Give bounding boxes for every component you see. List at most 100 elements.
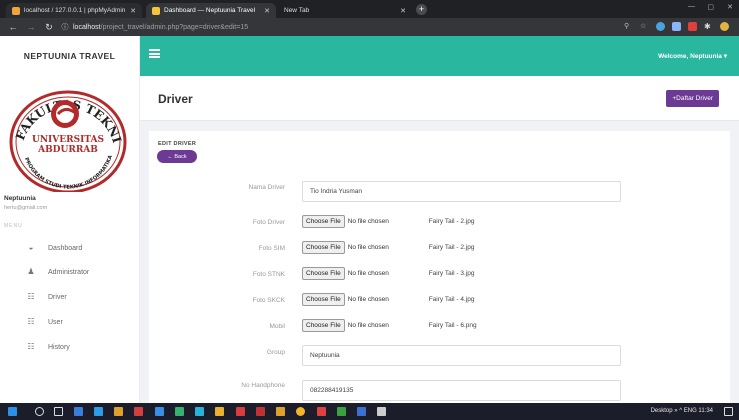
- foto-driver-file-input[interactable]: Choose File No file chosen Fairy Tail - …: [302, 215, 474, 228]
- menu-heading: MENU: [4, 223, 23, 229]
- tab-label: New Tab: [284, 7, 310, 14]
- new-badge-icon[interactable]: [688, 22, 697, 31]
- no-file-text: No file chosen: [347, 244, 389, 251]
- app-icon[interactable]: [94, 407, 103, 416]
- choose-file-button[interactable]: Choose File: [302, 241, 345, 254]
- foto-sim-file-input[interactable]: Choose File No file chosen Fairy Tail - …: [302, 241, 474, 254]
- app-icon[interactable]: [215, 407, 224, 416]
- windows-start-icon[interactable]: [8, 407, 17, 416]
- back-arrow-icon[interactable]: ←: [8, 22, 18, 32]
- folder-icon: [152, 6, 160, 15]
- app-icon[interactable]: [276, 407, 285, 416]
- foto-stnk-file-input[interactable]: Choose File No file chosen Fairy Tail - …: [302, 267, 474, 280]
- dashboard-icon: ◒: [28, 243, 34, 252]
- minimize-icon[interactable]: —: [688, 3, 695, 10]
- close-icon[interactable]: ✕: [400, 7, 406, 15]
- app-icon[interactable]: [377, 407, 386, 416]
- no-handphone-input[interactable]: 082288419135: [302, 380, 621, 401]
- current-file-name: Fairy Tail - 4.jpg: [428, 296, 475, 303]
- sidebar-item-label: Driver: [48, 293, 67, 301]
- app-icon[interactable]: [337, 407, 346, 416]
- mobil-label: Mobil: [269, 323, 285, 330]
- current-file-name: Fairy Tail - 6.png: [428, 322, 477, 329]
- group-label: Group: [266, 349, 285, 356]
- nama-driver-label: Nama Driver: [248, 184, 285, 191]
- close-icon[interactable]: ✕: [264, 7, 270, 15]
- choose-file-button[interactable]: Choose File: [302, 215, 345, 228]
- page-title: Driver: [158, 92, 193, 106]
- reload-icon[interactable]: ↻: [44, 22, 54, 33]
- welcome-user-dropdown[interactable]: Welcome, Neptuunia ▾: [658, 52, 727, 60]
- back-button[interactable]: ← Back: [157, 150, 197, 163]
- taskbar: Desktop » ^ ENG 11:34: [0, 403, 739, 420]
- phpmyadmin-icon: [12, 6, 20, 15]
- search-icon[interactable]: [35, 407, 44, 416]
- extension-icon[interactable]: [672, 22, 681, 31]
- user-icon: ♟: [27, 267, 35, 276]
- search-icon[interactable]: ⚲: [624, 22, 633, 31]
- maximize-icon[interactable]: ▢: [707, 3, 714, 11]
- sidebar-item-administrator[interactable]: ♟ Administrator: [0, 264, 140, 280]
- card-title: EDIT DRIVER: [158, 141, 197, 147]
- sidebar-item-user[interactable]: ☷ User: [0, 314, 140, 330]
- app-icon[interactable]: [175, 407, 184, 416]
- browser-tab-new[interactable]: New Tab ✕: [278, 3, 412, 18]
- mobil-file-input[interactable]: Choose File No file chosen Fairy Tail - …: [302, 319, 477, 332]
- sidebar-item-history[interactable]: ☷ History: [0, 339, 140, 355]
- app-icon[interactable]: [134, 407, 143, 416]
- foto-skck-label: Foto SKCK: [252, 297, 285, 304]
- sidebar-item-dashboard[interactable]: ◒ Dashboard: [0, 240, 140, 256]
- foto-sim-label: Foto SIM: [258, 245, 285, 252]
- app-icon[interactable]: [236, 407, 245, 416]
- sidebar-item-driver[interactable]: ☷ Driver: [0, 289, 140, 305]
- logo-university: UNIVERSITAS: [32, 135, 104, 145]
- app-icon[interactable]: [256, 407, 265, 416]
- extension-icon[interactable]: [656, 22, 665, 31]
- brand-title: NEPTUUNIA TRAVEL: [0, 36, 140, 76]
- add-driver-button[interactable]: +Daftar Driver: [666, 90, 719, 107]
- nama-driver-input[interactable]: Tio Indria Yusman: [302, 181, 621, 202]
- choose-file-button[interactable]: Choose File: [302, 293, 345, 306]
- notification-icon[interactable]: [724, 407, 733, 416]
- url-field[interactable]: localhost/project_travel/admin.php?page=…: [73, 24, 248, 31]
- edit-driver-card: EDIT DRIVER ← Back Nama Driver Tio Indri…: [149, 131, 730, 403]
- task-view-icon[interactable]: [54, 407, 63, 416]
- info-icon: ⓘ: [61, 24, 69, 31]
- user-email: hertu@gmail.com: [4, 205, 48, 211]
- app-icon[interactable]: [296, 407, 305, 416]
- group-icon: ☷: [27, 342, 35, 351]
- app-icon[interactable]: [195, 407, 204, 416]
- window-close-icon[interactable]: ✕: [727, 3, 733, 11]
- tab-label: Dashboard — Neptuunia Travel: [164, 7, 256, 14]
- sidebar-item-label: History: [48, 343, 70, 351]
- app-icon[interactable]: [74, 407, 83, 416]
- sidebar-item-label: Dashboard: [48, 244, 83, 252]
- current-file-name: Fairy Tail - 2.jpg: [428, 244, 475, 251]
- browser-tab-dashboard[interactable]: Dashboard — Neptuunia Travel ✕: [146, 3, 276, 18]
- no-handphone-label: No Handphone: [241, 382, 285, 389]
- browser-tab-phpmyadmin[interactable]: localhost / 127.0.0.1 | phpMyAdmin ✕: [6, 3, 142, 18]
- new-tab-button[interactable]: +: [416, 4, 427, 15]
- close-icon[interactable]: ✕: [130, 7, 136, 15]
- main-content: Driver +Daftar Driver EDIT DRIVER ← Back…: [140, 76, 739, 403]
- group-input[interactable]: Neptuunia: [302, 345, 621, 366]
- no-file-text: No file chosen: [347, 270, 389, 277]
- page-header: Driver +Daftar Driver: [140, 76, 739, 121]
- app-icon[interactable]: [114, 407, 123, 416]
- app-icon[interactable]: [357, 407, 366, 416]
- app-icon[interactable]: [155, 407, 164, 416]
- group-icon: ☷: [27, 292, 35, 301]
- foto-skck-file-input[interactable]: Choose File No file chosen Fairy Tail - …: [302, 293, 474, 306]
- choose-file-button[interactable]: Choose File: [302, 267, 345, 280]
- no-file-text: No file chosen: [347, 322, 389, 329]
- profile-avatar-icon[interactable]: [720, 22, 729, 31]
- app-icon[interactable]: [317, 407, 326, 416]
- foto-stnk-label: Foto STNK: [252, 271, 285, 278]
- star-icon[interactable]: ☆: [640, 22, 649, 31]
- forward-arrow-icon[interactable]: →: [26, 22, 36, 32]
- hamburger-menu-icon[interactable]: [149, 49, 160, 59]
- puzzle-icon[interactable]: ✱: [704, 22, 713, 31]
- choose-file-button[interactable]: Choose File: [302, 319, 345, 332]
- extension-icons: ⚲ ☆ ✱: [624, 22, 729, 31]
- system-tray[interactable]: Desktop » ^ ENG 11:34: [651, 408, 713, 414]
